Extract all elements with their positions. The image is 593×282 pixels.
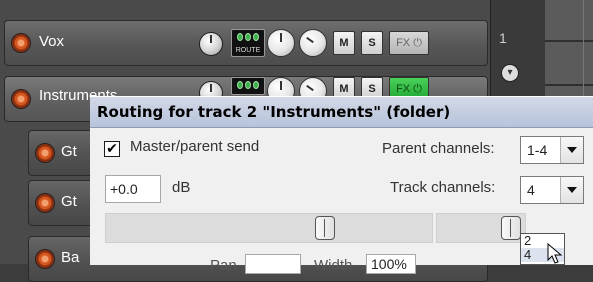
route-button[interactable] — [231, 77, 265, 95]
volume-slider-thumb[interactable] — [315, 216, 335, 240]
track-number: 1 — [499, 30, 507, 46]
track-name[interactable]: Vox — [39, 33, 64, 50]
pan-slider-thumb[interactable] — [501, 216, 521, 240]
record-arm-button[interactable] — [35, 193, 55, 213]
volume-field[interactable]: +0.0 — [105, 175, 161, 203]
track-name[interactable]: Ba — [61, 249, 79, 266]
volume-slider[interactable] — [105, 213, 433, 243]
record-arm-button[interactable] — [35, 143, 55, 163]
parent-channels-select[interactable]: 1-4 — [520, 136, 584, 164]
track-channels-label: Track channels: — [390, 179, 496, 196]
volume-knob[interactable] — [199, 32, 223, 56]
chevron-down-icon[interactable] — [560, 177, 583, 203]
chevron-down-icon[interactable] — [560, 137, 583, 163]
track-name[interactable]: Gt — [61, 143, 77, 160]
master-send-label[interactable]: Master/parent send — [130, 138, 259, 155]
parent-channels-label: Parent channels: — [382, 140, 495, 157]
route-button[interactable]: ROUTE — [231, 29, 265, 57]
dialog-title-bar[interactable]: Routing for track 2 "Instruments" (folde… — [90, 97, 593, 128]
mute-button[interactable]: M — [333, 31, 355, 55]
record-arm-button[interactable] — [35, 249, 55, 269]
dialog-title: Routing for track 2 "Instruments" (folde… — [97, 103, 451, 121]
track-vox[interactable]: Vox ROUTE M S FX ⏻ — [4, 20, 488, 66]
pan-knob[interactable] — [267, 29, 295, 57]
routing-dialog: Routing for track 2 "Instruments" (folde… — [90, 96, 593, 274]
volume-unit-label: dB — [172, 179, 191, 196]
width-knob[interactable] — [299, 29, 327, 57]
width-field[interactable]: 100% — [366, 254, 416, 274]
pan-label: Pan — [210, 257, 237, 274]
record-arm-button[interactable] — [11, 89, 31, 109]
folder-state-icon[interactable]: ▾ — [501, 64, 519, 82]
master-send-checkbox[interactable]: ✔ — [104, 141, 120, 157]
mouse-cursor-icon — [547, 243, 563, 264]
pan-slider[interactable] — [436, 213, 526, 243]
record-arm-button[interactable] — [11, 33, 31, 53]
solo-button[interactable]: S — [361, 31, 383, 55]
track-name[interactable]: Gt — [61, 193, 77, 210]
track-channels-select[interactable]: 4 — [520, 176, 584, 204]
width-label: Width — [314, 257, 353, 274]
fx-button[interactable]: FX ⏻ — [389, 31, 429, 55]
pan-field[interactable] — [245, 254, 301, 274]
